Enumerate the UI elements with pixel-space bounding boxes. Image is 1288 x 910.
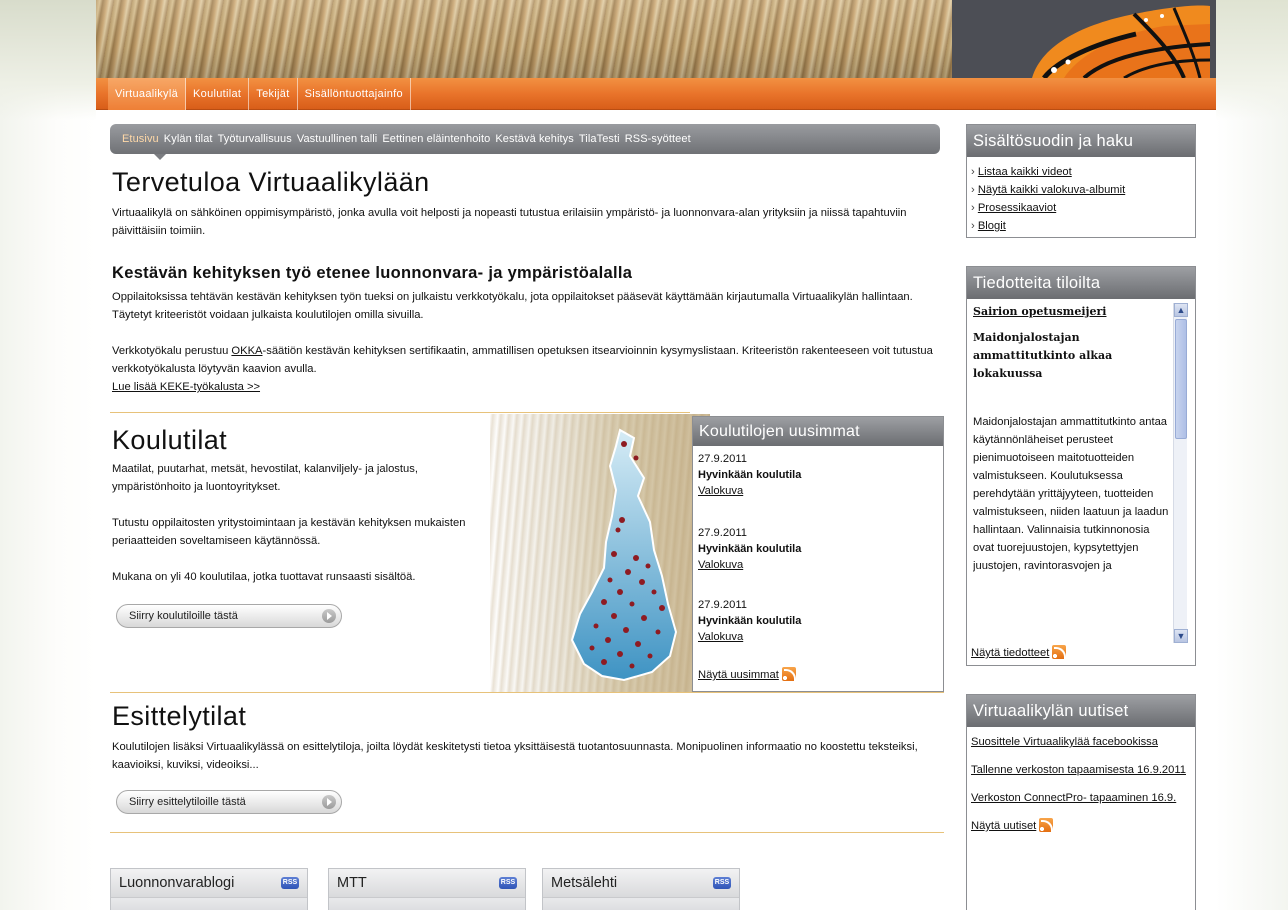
divider [110,692,944,693]
page-background-right [1216,0,1288,910]
header-banner [96,0,1216,78]
newest-box-title: Koulutilojen uusimmat [693,417,943,446]
divider [110,832,944,833]
show-all-albums-link[interactable]: Näytä kaikki valokuva-albumit [978,184,1125,196]
show-bulletins-link[interactable]: Näytä tiedotteet [971,647,1049,659]
list-item [329,897,525,910]
butterfly-image [1032,5,1211,78]
main-nav-item-virtuaalikyla[interactable]: Virtuaalikylä [108,78,187,110]
sub-nav-item-kylan-tilat[interactable]: Kylän tilat [164,133,213,145]
blog-box-luonnonvarablogi: Luonnonvarablogi RSS [110,868,308,910]
sub-nav-item-tilatesti[interactable]: TilaTesti [579,133,620,145]
list-item [111,897,307,910]
sub-nav-item-kestava-kehitys[interactable]: Kestävä kehitys [495,133,574,145]
page-title: Tervetuloa Virtuaalikylään [112,167,430,197]
page: Virtuaalikylä Koulutilat Tekijät Sisällö… [96,0,1216,910]
scroll-up-icon[interactable]: ▲ [1174,303,1188,317]
koulutilat-button[interactable]: Siirry koulutiloille tästä [116,604,342,628]
esittelytilat-text: Koulutilojen lisäksi Virtuaalikylässä on… [112,741,918,771]
newest-item-link[interactable]: Valokuva [698,485,743,497]
sub-nav: Etusivu Kylän tilat Työturvallisuus Vast… [110,124,940,160]
scroll-down-icon[interactable]: ▼ [1174,629,1188,643]
active-tab-marker [154,154,166,160]
bulletins-box: Tiedotteita tiloilta Sairion opetusmeije… [966,266,1196,666]
arrow-right-icon [322,795,336,809]
show-newest-link[interactable]: Näytä uusimmat [698,669,779,681]
koulutilat-heading: Koulutilat [112,425,228,455]
blog-box-mtt: MTT RSS [328,868,526,910]
main-nav: Virtuaalikylä Koulutilat Tekijät Sisällö… [96,78,1216,110]
filter-box: Sisältösuodin ja haku Listaa kaikki vide… [966,124,1196,238]
sub-nav-item-tyoturvallisuus[interactable]: Työturvallisuus [218,133,292,145]
show-news-link[interactable]: Näytä uutiset [971,820,1036,832]
main-nav-item-tekijat[interactable]: Tekijät [249,78,298,110]
page-background-left [0,0,96,910]
list-all-videos-link[interactable]: Listaa kaikki videot [978,166,1072,178]
finland-map-icon [570,428,678,682]
scrollbar[interactable]: ▲ ▼ [1173,303,1188,643]
show-newest: Näytä uusimmat [698,667,796,683]
keke-heading: Kestävän kehityksen työ etenee luonnonva… [112,264,633,282]
sub-nav-item-eettinen-elaintenhoito[interactable]: Eettinen eläintenhoito [382,133,490,145]
bulletin-headline: Maidonjalostajan ammattitutkinto alkaa l… [973,331,1113,380]
blog-title[interactable]: Luonnonvarablogi [119,875,234,891]
newest-item: 27.9.2011 Hyvinkään koulutila Valokuva [698,453,802,497]
blog-box-metsalehti: Metsälehti RSS [542,868,740,910]
list-item [543,897,739,910]
keke-section: Oppilaitoksissa tehtävän kestävän kehity… [112,288,942,396]
main-nav-item-koulutilat[interactable]: Koulutilat [186,78,250,110]
arrow-right-icon [322,609,336,623]
news-box: Virtuaalikylän uutiset Suosittele Virtua… [966,694,1196,910]
news-item-link[interactable]: Tallenne verkoston tapaamisesta 16.9.201… [971,764,1186,776]
welcome-section: Tervetuloa Virtuaalikylään Virtuaalikylä… [112,166,942,240]
rss-icon[interactable]: RSS [499,877,517,889]
rss-icon[interactable] [781,667,796,681]
process-charts-link[interactable]: Prosessikaaviot [978,202,1056,214]
sub-nav-item-etusivu[interactable]: Etusivu [122,133,159,145]
welcome-text: Virtuaalikylä on sähköinen oppimisympäri… [112,207,907,237]
esittelytilat-heading: Esittelytilat [112,701,247,731]
blog-title[interactable]: Metsälehti [551,875,617,891]
news-item-link[interactable]: Verkoston ConnectPro- tapaaminen 16.9. [971,792,1176,804]
bulletins-box-title: Tiedotteita tiloilta [967,267,1195,299]
newest-item-link[interactable]: Valokuva [698,631,743,643]
rss-icon[interactable]: RSS [713,877,731,889]
keke-text-2: Verkkotyökalu perustuu OKKA-säätiön kest… [112,345,933,375]
rss-icon[interactable]: RSS [281,877,299,889]
filter-box-title: Sisältösuodin ja haku [967,125,1195,157]
blog-title[interactable]: MTT [337,875,367,891]
sub-nav-item-vastuullinen-talli[interactable]: Vastuullinen talli [297,133,377,145]
news-item-link[interactable]: Suosittele Virtuaalikylää facebookissa [971,736,1158,748]
rss-icon[interactable] [1039,818,1054,832]
news-box-title: Virtuaalikylän uutiset [967,695,1195,727]
divider [110,412,690,413]
scroll-thumb[interactable] [1175,319,1187,439]
bulletin-body: Maidonjalostajan ammattitutkinto antaa k… [973,416,1169,572]
keke-read-more-link[interactable]: Lue lisää KEKE-työkalusta >> [112,381,260,393]
keke-text-1: Oppilaitoksissa tehtävän kestävän kehity… [112,291,913,321]
blogs-link[interactable]: Blogit [978,220,1006,232]
newest-box: Koulutilojen uusimmat 27.9.2011 Hyvinkää… [692,416,944,692]
bulletin-source[interactable]: Sairion opetusmeijeri [973,303,1171,321]
show-bulletins: Näytä tiedotteet [971,645,1067,659]
esittelytilat-button[interactable]: Siirry esittelytiloille tästä [116,790,342,814]
bulletin-scroll-area[interactable]: Sairion opetusmeijeri Maidonjalostajan a… [973,303,1171,643]
sub-nav-item-rss-syotteet[interactable]: RSS-syötteet [625,133,691,145]
koulutilat-text: Maatilat, puutarhat, metsät, hevostilat,… [112,463,466,583]
okka-link[interactable]: OKKA [231,345,262,357]
newest-item: 27.9.2011 Hyvinkään koulutila Valokuva [698,527,802,571]
newest-item: 27.9.2011 Hyvinkään koulutila Valokuva [698,599,802,643]
main-nav-item-sisallontuottajainfo[interactable]: Sisällöntuottajainfo [298,78,411,110]
newest-item-link[interactable]: Valokuva [698,559,743,571]
rss-icon[interactable] [1052,645,1067,659]
